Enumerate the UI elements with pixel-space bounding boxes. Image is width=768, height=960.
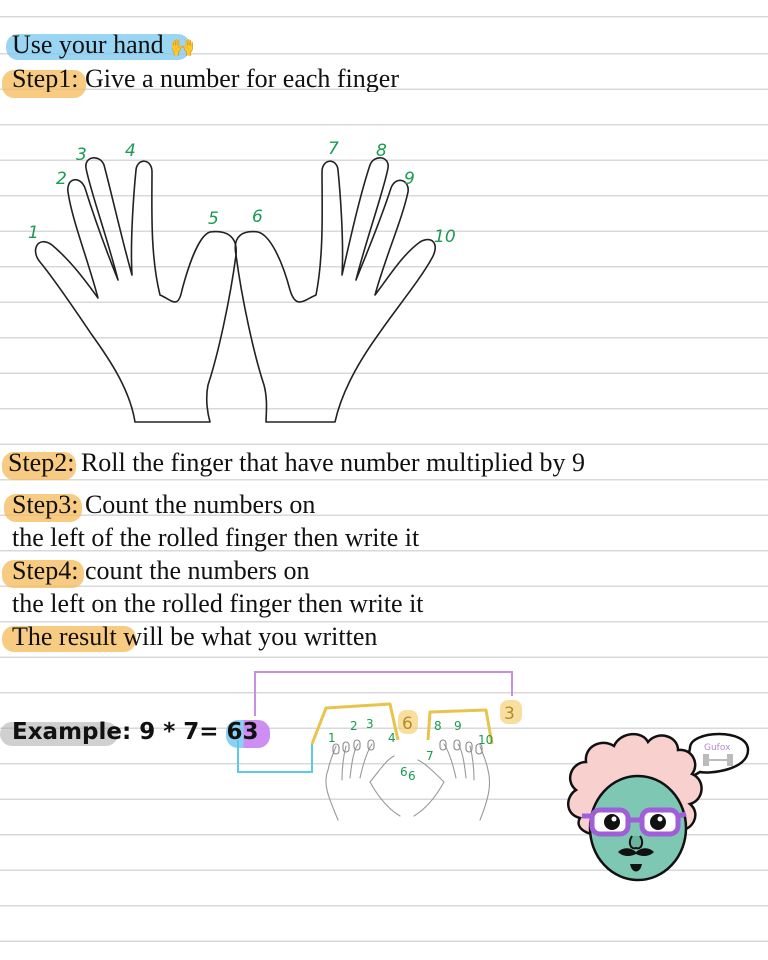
finger-number-2: 2 <box>56 169 67 189</box>
small-num-8: 8 <box>434 719 442 733</box>
small-num-6a: 6 <box>400 765 408 779</box>
small-num-4: 4 <box>388 731 396 745</box>
right-count: 3 <box>504 704 515 724</box>
finger-number-4: 4 <box>125 141 136 161</box>
example-expression: : 9 * 7= <box>121 719 227 745</box>
title-text: Use your hand <box>12 30 164 59</box>
small-num-7: 7 <box>426 749 434 763</box>
finger-number-7: 7 <box>328 139 339 159</box>
mascot-character: Gufox <box>567 732 750 882</box>
finger-number-8: 8 <box>376 141 387 161</box>
example-label: Example <box>12 719 122 745</box>
step3-label: Step3 <box>12 490 72 519</box>
step4-text: : count the numbers on <box>71 556 310 585</box>
notebook-page: Use your hand 🙌 Step1: Give a number for… <box>0 0 768 960</box>
finger-number-6: 6 <box>252 207 263 227</box>
finger-number-1: 1 <box>28 223 39 243</box>
mascot-nose <box>628 835 644 850</box>
left-count: 6 <box>402 714 413 734</box>
step2-line: Step2: Roll the finger that have number … <box>8 448 585 478</box>
step3-line: Step3: Count the numbers on <box>12 490 315 520</box>
speech-bubble <box>683 732 750 783</box>
finger-number-5: 5 <box>208 209 219 229</box>
step2-label: Step2 <box>8 448 68 477</box>
step3-text2: the left of the rolled finger then write… <box>12 523 420 552</box>
small-num-3: 3 <box>366 717 374 731</box>
speech-bubble-text: Gufox <box>704 743 731 753</box>
small-num-6b: 6 <box>408 769 416 783</box>
small-num-2: 2 <box>350 719 358 733</box>
step4-line: Step4: count the numbers on <box>12 556 310 586</box>
small-num-10: 10 <box>478 733 493 747</box>
step1-label: Step1 <box>12 64 72 92</box>
example-diagram: 6 3 1 2 3 4 6 6 7 8 9 10 <box>237 671 522 821</box>
step4-line2: the left on the rolled finger then write… <box>12 589 424 619</box>
step4-label: Step4 <box>12 556 72 585</box>
raising-hands-emoji: 🙌 <box>170 34 196 58</box>
small-num-9: 9 <box>454 719 462 733</box>
step1-text: : Give a number for each finger <box>71 64 399 92</box>
finger-number-9: 9 <box>404 169 415 189</box>
result-line: The result will be what you written <box>12 622 377 652</box>
example-line: Example: 9 * 7= 63 <box>12 716 259 748</box>
mascot-left-eye <box>604 814 620 830</box>
hands-illustration: 1 2 3 4 5 6 7 8 9 10 <box>28 139 456 423</box>
step4-text2: the left on the rolled finger then write… <box>12 589 424 618</box>
finger-number-3: 3 <box>76 145 87 165</box>
mascot-right-eye <box>650 814 666 830</box>
left-hand-outline <box>34 157 237 423</box>
step3-line2: the left of the rolled finger then write… <box>12 523 419 553</box>
step1-line: Step1: Give a number for each finger <box>12 64 399 92</box>
finger-number-10: 10 <box>434 227 456 247</box>
result-text: will be what you written <box>116 622 378 651</box>
small-left-hand <box>325 743 401 821</box>
right-hand-outline <box>234 157 436 423</box>
step2-text: : Roll the finger that have number multi… <box>67 448 585 477</box>
step3-text: : Count the numbers on <box>71 490 316 519</box>
result-label: The result <box>12 622 117 651</box>
blue-connector-line <box>237 740 313 773</box>
small-num-1: 1 <box>328 731 336 745</box>
page-title: Use your hand 🙌 <box>12 30 195 61</box>
